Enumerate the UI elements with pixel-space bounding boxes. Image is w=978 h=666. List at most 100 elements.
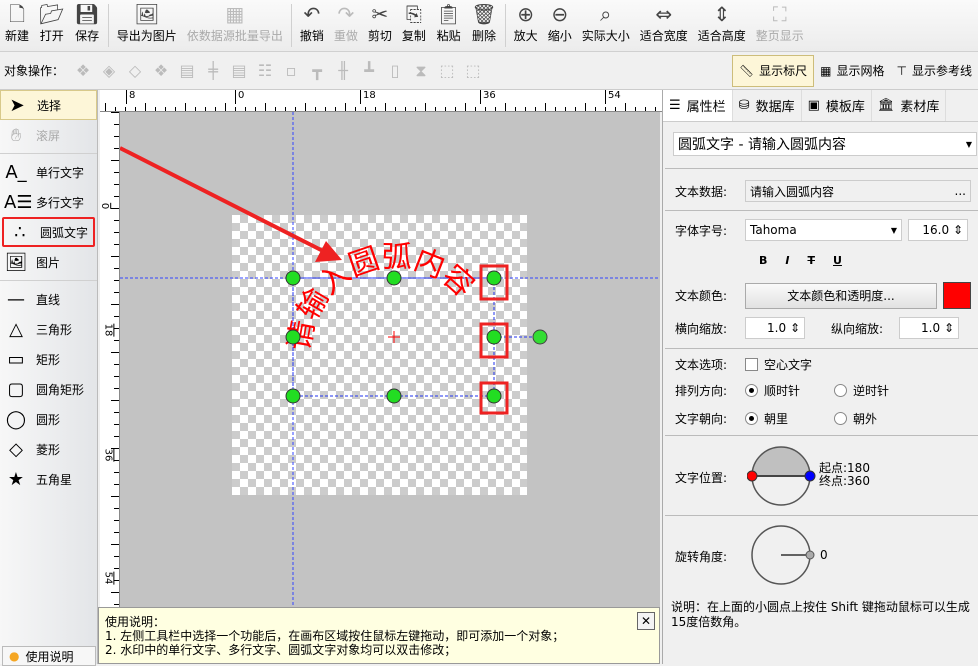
ruler-top: 8 0 18 36 54 (100, 90, 666, 112)
删除-button[interactable]: 🗑︎ 删除 (466, 0, 501, 50)
align-bottom-icon[interactable]: ┻ (356, 61, 382, 80)
resize-handle[interactable] (486, 329, 502, 345)
font-select[interactable]: Tahoma ▼ (745, 219, 902, 241)
依数据源批量导出-button[interactable]: ▦ 依数据源批量导出 (182, 0, 288, 50)
zoom-out-icon: ⊖ (551, 2, 569, 26)
counterclockwise-radio[interactable] (834, 384, 847, 397)
align-left-icon[interactable]: ▤ (174, 61, 200, 80)
align-top-icon[interactable]: ┳ (304, 61, 330, 80)
resize-handle[interactable] (486, 388, 502, 404)
same-height-icon[interactable]: ⧗ (408, 61, 434, 81)
tab-assets[interactable]: 🏛︎ 素材库 (872, 90, 947, 121)
layer-down-icon[interactable]: ❖ (148, 61, 174, 80)
撤销-button[interactable]: ↶ 撤销 (295, 0, 329, 50)
distribute-h-icon[interactable]: ▫ (278, 61, 304, 80)
color-swatch[interactable] (943, 282, 971, 309)
resize-handle[interactable] (486, 270, 502, 286)
rotation-handle-dot[interactable] (805, 550, 815, 560)
tool-diamond[interactable]: ◇ 菱形 (0, 434, 97, 464)
select-icon: ➤ (9, 94, 25, 116)
ruler-label: 36 (102, 448, 115, 462)
tab-database[interactable]: ⛁ 数据库 (733, 90, 802, 121)
rotation-handle[interactable] (532, 329, 548, 345)
list-icon: ☰ (669, 98, 681, 113)
resize-handle[interactable] (285, 388, 301, 404)
rotation-dial[interactable] (749, 524, 819, 588)
resize-handle[interactable] (285, 270, 301, 286)
show-ruler-toggle[interactable]: 📏︎ 显示标尺 (731, 54, 815, 87)
close-help-button[interactable]: ✕ (637, 612, 655, 630)
canvas-area[interactable]: 请输入圆弧内容 (120, 112, 660, 607)
适合宽度-button[interactable]: ⇔ 适合宽度 (635, 0, 693, 50)
导出为图片-button[interactable]: 🖼︎ 导出为图片 (112, 0, 182, 50)
layer-up-icon[interactable]: ❖ (70, 61, 96, 80)
help-button[interactable]: ● 使用说明 (2, 646, 96, 666)
strikethrough-button[interactable]: T (807, 254, 815, 267)
整页显示-button[interactable]: ⛶ 整页显示 (751, 0, 809, 50)
start-point-handle[interactable] (747, 470, 758, 482)
bold-button[interactable]: B (759, 254, 767, 267)
distribute-v-icon[interactable]: ☷ (252, 61, 278, 80)
fit-width-icon: ⇔ (655, 2, 673, 26)
star-icon: ★ (7, 468, 25, 490)
适合高度-button[interactable]: ⇕ 适合高度 (693, 0, 751, 50)
放大-button[interactable]: ⊕ 放大 (509, 0, 543, 50)
inward-radio[interactable] (745, 412, 758, 425)
triangle-icon: △ (9, 318, 23, 340)
tool-rounded-rectangle[interactable]: ▢ 圆角矩形 (0, 374, 97, 404)
tab-templates[interactable]: ▣ 模板库 (802, 90, 872, 121)
hollow-checkbox[interactable] (745, 358, 758, 371)
vscale-stepper[interactable]: 1.0 ⇕ (899, 317, 959, 339)
tool-rectangle[interactable]: ▭ 矩形 (0, 344, 97, 374)
group-icon[interactable]: ⬚ (434, 61, 460, 80)
clockwise-radio[interactable] (745, 384, 758, 397)
text-position-dial[interactable] (747, 444, 817, 508)
tool-arc-text[interactable]: ∴ 圆弧文字 (2, 217, 95, 247)
hscale-stepper[interactable]: 1.0 ⇕ (745, 317, 805, 339)
新建-button[interactable]: 🗋︎ 新建 (0, 0, 34, 50)
object-select[interactable]: 圆弧文字 - 请输入圆弧内容 ▼ (673, 132, 977, 156)
tool-single-line-text[interactable]: A_ 单行文字 (0, 157, 97, 187)
show-grid-toggle[interactable]: ▦ 显示网格 (814, 55, 890, 87)
tool-line[interactable]: — 直线 (0, 284, 97, 314)
tool-star[interactable]: ★ 五角星 (0, 464, 97, 494)
ungroup-icon[interactable]: ⬚ (460, 61, 486, 80)
resize-handle[interactable] (386, 270, 402, 286)
缩小-button[interactable]: ⊖ 缩小 (543, 0, 577, 50)
tool-ellipse[interactable]: ◯ 圆形 (0, 404, 97, 434)
粘贴-button[interactable]: 📋︎ 粘贴 (431, 0, 466, 50)
tool-image[interactable]: 🖼︎ 图片 (0, 247, 97, 277)
tab-properties[interactable]: ☰ 属性栏 (663, 90, 733, 121)
send-back-icon[interactable]: ◇ (122, 61, 148, 80)
align-center-icon[interactable]: ╪ (200, 61, 226, 80)
resize-handle[interactable] (386, 388, 402, 404)
end-point-handle[interactable] (804, 470, 816, 482)
align-middle-icon[interactable]: ╫ (330, 61, 356, 80)
actual-size-icon: ⌕ (600, 2, 612, 26)
arc-text[interactable]: 请输入圆弧内容 (282, 240, 481, 354)
align-right-icon[interactable]: ▤ (226, 61, 252, 80)
重做-button[interactable]: ↷ 重做 (329, 0, 363, 50)
font-size-stepper[interactable]: 16.0 ⇕ (908, 219, 968, 241)
text-color-button[interactable]: 文本颜色和透明度... (745, 282, 937, 309)
实际大小-button[interactable]: ⌕ 实际大小 (577, 0, 635, 50)
outward-radio[interactable] (834, 412, 847, 425)
tool-pan[interactable]: ✋︎ 滚屏 (0, 120, 97, 150)
text-data-input[interactable]: 请输入圆弧内容... (745, 180, 971, 202)
tool-triangle[interactable]: △ 三角形 (0, 314, 97, 344)
same-width-icon[interactable]: ▯ (382, 61, 408, 80)
tool-select[interactable]: ➤ 选择 (0, 90, 97, 120)
image-icon: 🖼︎ (4, 251, 28, 273)
复制-button[interactable]: ⎘ 复制 (397, 0, 431, 50)
underline-button[interactable]: U (833, 254, 842, 267)
bring-front-icon[interactable]: ◈ (96, 61, 122, 80)
database-icon: ⛁ (738, 98, 750, 113)
italic-button[interactable]: I (785, 254, 789, 267)
object-toolbar: 对象操作： ❖ ◈ ◇ ❖ ▤ ╪ ▤ ☷ ▫ ┳ ╫ ┻ ▯ ⧗ ⬚ ⬚ 📏︎ 显示标尺 ▦ 显示网格 ⊤… (0, 52, 978, 90)
show-guides-toggle[interactable]: ⊤ 显示参考线 (891, 55, 978, 87)
剪切-button[interactable]: ✂ 剪切 (363, 0, 397, 50)
tool-multi-line-text[interactable]: A☰ 多行文字 (0, 187, 97, 217)
打开-button[interactable]: 📂︎ 打开 (34, 0, 69, 50)
resize-handle[interactable] (285, 329, 301, 345)
保存-button[interactable]: 💾︎ 保存 (69, 0, 104, 50)
